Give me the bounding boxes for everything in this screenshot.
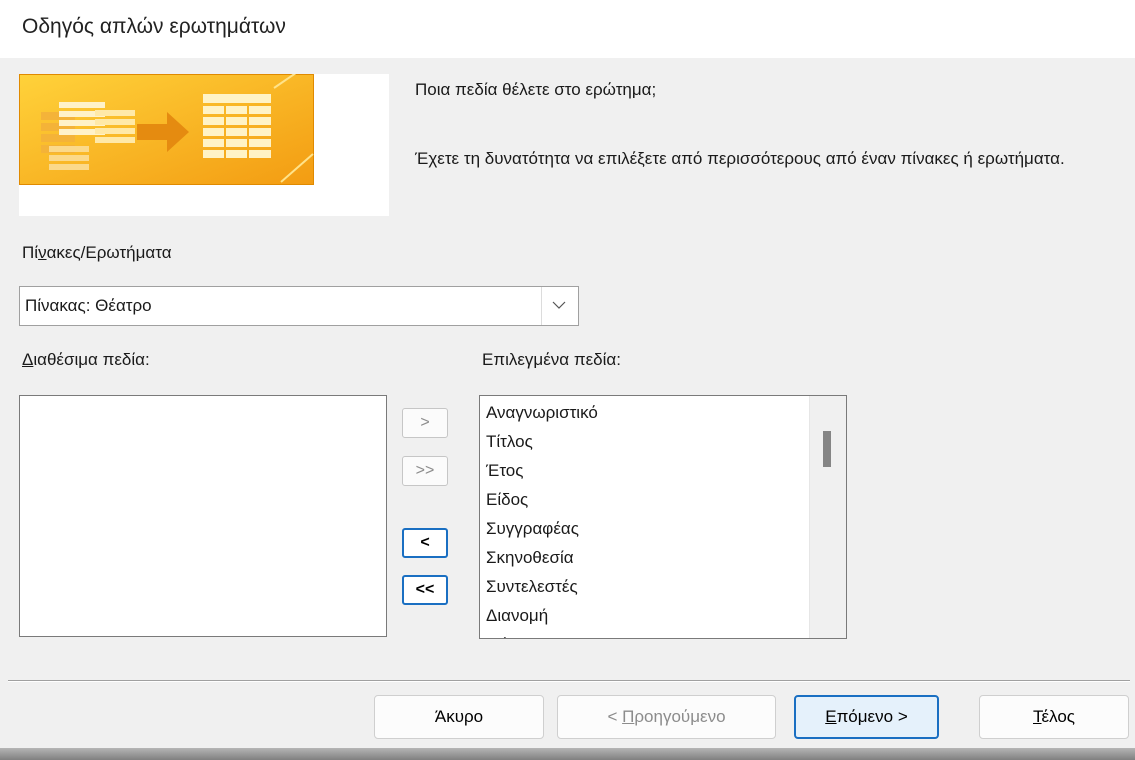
scrollbar-thumb[interactable] [823, 431, 831, 467]
window-title: Οδηγός απλών ερωτημάτων [22, 15, 286, 38]
wizard-illustration [19, 74, 389, 216]
combobox-value: Πίνακας: Θέατρο [25, 296, 152, 315]
chevron-down-icon [552, 301, 566, 309]
selected-fields-items: Αναγνωριστικό Τίτλος Έτος Είδος Συγγραφέ… [486, 398, 598, 638]
title-bar: Οδηγός απλών ερωτημάτων [0, 0, 1135, 58]
finish-button[interactable]: Τέλος [979, 695, 1129, 739]
selected-fields-listbox[interactable]: Αναγνωριστικό Τίτλος Έτος Είδος Συγγραφέ… [479, 395, 847, 639]
list-item[interactable]: Αναγνωριστικό [486, 398, 598, 427]
remove-all-fields-button[interactable]: << [402, 575, 448, 605]
tables-queries-label: Πίνακες/Ερωτήματα [22, 243, 172, 262]
combobox-dropdown-button[interactable] [541, 287, 578, 325]
prompt-question: Ποια πεδία θέλετε στο ερώτημα; [415, 80, 657, 99]
available-fields-listbox[interactable] [19, 395, 387, 637]
add-field-button[interactable]: > [402, 408, 448, 438]
list-item[interactable]: Μέρος [486, 630, 598, 638]
window-bottom-edge [0, 748, 1135, 760]
footer-separator [8, 680, 1130, 682]
table-to-query-icon [19, 74, 314, 185]
tables-queries-combobox[interactable]: Πίνακας: Θέατρο [19, 286, 579, 326]
next-button[interactable]: Επόμενο > [794, 695, 939, 739]
list-item[interactable]: Συγγραφέας [486, 514, 598, 543]
list-item[interactable]: Έτος [486, 456, 598, 485]
list-item[interactable]: Σκηνοθεσία [486, 543, 598, 572]
wizard-body: Ποια πεδία θέλετε στο ερώτημα; Έχετε τη … [0, 58, 1135, 760]
add-all-fields-button[interactable]: >> [402, 456, 448, 486]
back-button[interactable]: < Προηγούμενο [557, 695, 776, 739]
remove-field-button[interactable]: < [402, 528, 448, 558]
prompt-description: Έχετε τη δυνατότητα να επιλέξετε από περ… [415, 149, 1065, 168]
available-fields-label: Διαθέσιμα πεδία: [22, 350, 150, 369]
list-item[interactable]: Είδος [486, 485, 598, 514]
list-item[interactable]: Συντελεστές [486, 572, 598, 601]
cancel-button[interactable]: Άκυρο [374, 695, 544, 739]
label-accelerator: Δ [22, 350, 34, 369]
list-item[interactable]: Τίτλος [486, 427, 598, 456]
vertical-scrollbar[interactable] [809, 396, 846, 638]
label-accelerator: ν [38, 243, 47, 262]
list-item[interactable]: Διανομή [486, 601, 598, 630]
selected-fields-label: Επιλεγμένα πεδία: [482, 350, 621, 369]
